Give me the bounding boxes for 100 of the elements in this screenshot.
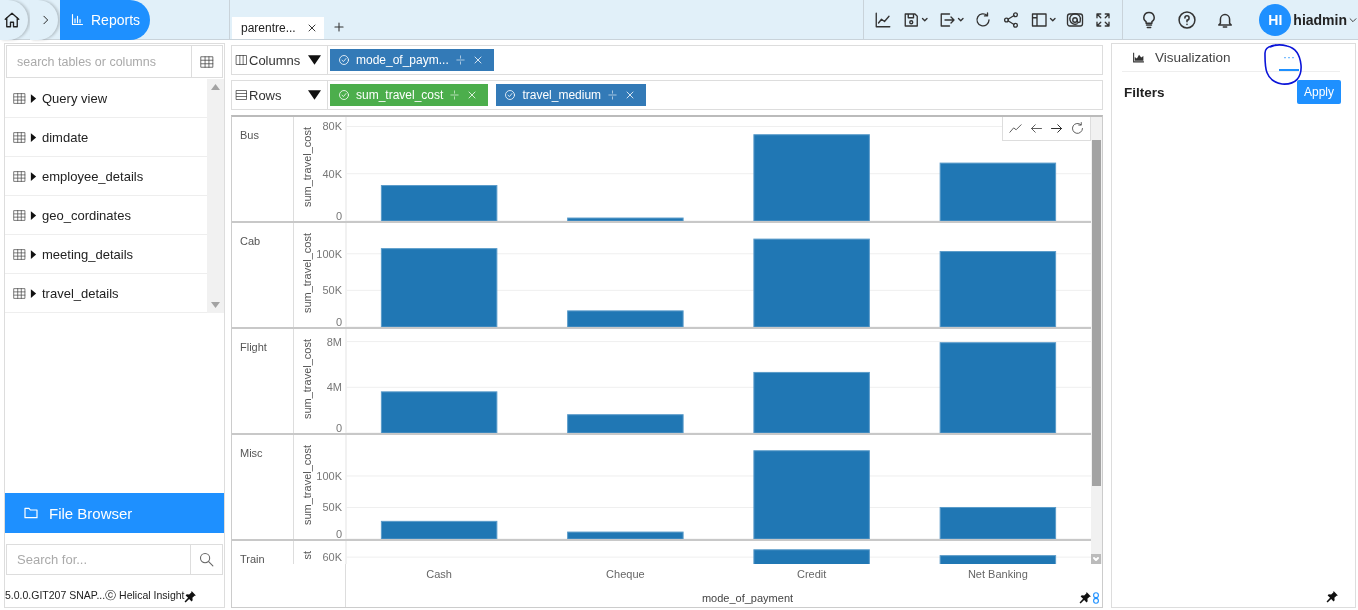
home-button[interactable] xyxy=(0,0,28,40)
tick-label: 0 xyxy=(335,316,342,327)
caret-icon[interactable] xyxy=(30,288,37,298)
table-icon xyxy=(12,91,27,105)
version-text: 5.0.0.GIT207 SNAP...ⓒ Helical Insight xyxy=(5,589,185,603)
bar[interactable] xyxy=(753,549,870,564)
scrollbar[interactable] xyxy=(207,79,224,313)
category-label: Cash xyxy=(425,568,453,580)
sort-icon[interactable] xyxy=(454,54,466,66)
table-icon xyxy=(12,169,27,183)
refresh-icon[interactable] xyxy=(974,10,993,29)
table-icon xyxy=(12,130,27,144)
folder-icon xyxy=(23,505,39,521)
caret-icon[interactable] xyxy=(30,210,37,220)
dropdown-triangle-icon[interactable] xyxy=(308,54,321,66)
shelf-label: Columns xyxy=(249,52,302,68)
panel-title: Filters xyxy=(1124,84,1165,100)
trend-line-icon[interactable] xyxy=(1007,121,1023,136)
export-dropdown-icon[interactable] xyxy=(938,10,965,29)
email-icon[interactable] xyxy=(1066,10,1085,29)
visualization-tab[interactable]: Visualization xyxy=(1122,44,1267,71)
tick-label: 40K xyxy=(322,167,342,180)
columns-icon xyxy=(235,54,248,66)
axis-title: sum_travel_cost xyxy=(301,127,313,208)
table-icon xyxy=(199,54,215,69)
caret-icon[interactable] xyxy=(30,171,37,181)
axis-title: sum_travel_cost xyxy=(301,339,313,420)
tick-label: 4M xyxy=(326,381,342,394)
bar[interactable] xyxy=(567,217,684,221)
help-icon[interactable] xyxy=(1177,9,1198,30)
dropdown-triangle-icon[interactable] xyxy=(308,89,321,101)
back-arrow-icon[interactable] xyxy=(1028,121,1044,136)
search-field[interactable]: Search for... xyxy=(6,544,191,575)
fullscreen-icon[interactable] xyxy=(1094,10,1113,29)
scroll-down-icon[interactable] xyxy=(211,302,220,308)
field-chip[interactable]: travel_medium xyxy=(496,84,647,106)
search-button[interactable] xyxy=(191,544,223,575)
tick-label: 50K xyxy=(322,501,342,514)
bar[interactable] xyxy=(380,391,498,433)
report-tab[interactable]: parentre... xyxy=(232,17,324,39)
table-icon xyxy=(12,208,27,222)
search-icon xyxy=(198,551,215,568)
bar[interactable] xyxy=(567,531,684,539)
line-chart-icon[interactable] xyxy=(874,10,893,29)
row-label: Cab xyxy=(232,223,294,327)
bar[interactable] xyxy=(380,520,498,539)
scroll-down-icon[interactable] xyxy=(1091,554,1101,564)
tick-label: 100K xyxy=(316,469,342,482)
forward-arrow-icon[interactable] xyxy=(1049,121,1065,136)
row-label: Bus xyxy=(232,117,294,221)
scroll-up-icon[interactable] xyxy=(211,84,220,90)
tick-label: 80K xyxy=(322,120,342,133)
pin-icon[interactable] xyxy=(1326,590,1339,603)
category-label: Net Banking xyxy=(966,568,1029,580)
tick-label: 100K xyxy=(316,247,342,260)
bar[interactable] xyxy=(939,342,1057,433)
sort-icon[interactable] xyxy=(607,89,619,101)
pin-icon[interactable] xyxy=(1079,591,1092,604)
home-icon xyxy=(3,10,21,29)
axis-title: st xyxy=(301,551,313,560)
layout-dropdown-icon[interactable] xyxy=(1030,10,1057,29)
check-circle-icon xyxy=(338,89,350,101)
bar[interactable] xyxy=(567,310,684,327)
bar[interactable] xyxy=(753,371,870,433)
category-label: Credit xyxy=(795,568,828,580)
category-label: Cheque xyxy=(605,568,646,580)
row-label: Train xyxy=(232,541,294,564)
tick-label: 60K xyxy=(322,551,342,564)
pin-icon[interactable] xyxy=(184,589,198,603)
bar-chart-icon xyxy=(70,12,85,27)
axis-title: mode_of_payment xyxy=(700,591,795,604)
tick-label: 0 xyxy=(335,210,342,221)
bar[interactable] xyxy=(567,414,684,433)
row-label: Flight xyxy=(232,329,294,433)
check-circle-icon xyxy=(338,54,350,66)
axis-title: sum_travel_cost xyxy=(301,445,313,526)
scrollbar[interactable] xyxy=(1091,117,1102,564)
sort-icon[interactable] xyxy=(449,89,461,101)
table-view-button[interactable] xyxy=(192,45,223,78)
caret-icon[interactable] xyxy=(30,132,37,142)
bar[interactable] xyxy=(939,162,1057,221)
search-field[interactable]: search tables or columns xyxy=(6,45,192,78)
table-icon xyxy=(12,286,27,300)
check-circle-icon xyxy=(504,89,517,101)
bar[interactable] xyxy=(939,555,1057,564)
shelf-label: Rows xyxy=(249,87,283,103)
caret-icon[interactable] xyxy=(30,249,37,259)
tab-title[interactable]: parentre... xyxy=(241,21,296,35)
row-label: Misc xyxy=(232,435,294,539)
area-chart-icon xyxy=(1132,51,1145,64)
user-menu[interactable]: hiadmin xyxy=(1293,11,1358,28)
save-dropdown-icon[interactable] xyxy=(902,10,929,29)
tick-label: 8M xyxy=(326,335,342,348)
add-tab-icon[interactable] xyxy=(331,20,346,34)
tick-label: 0 xyxy=(335,528,342,539)
field-chip[interactable]: mode_of_paym... xyxy=(330,49,494,71)
caret-icon[interactable] xyxy=(30,93,37,103)
share-icon[interactable] xyxy=(1002,10,1021,29)
axis-title: sum_travel_cost xyxy=(301,233,313,314)
bar[interactable] xyxy=(380,248,498,327)
